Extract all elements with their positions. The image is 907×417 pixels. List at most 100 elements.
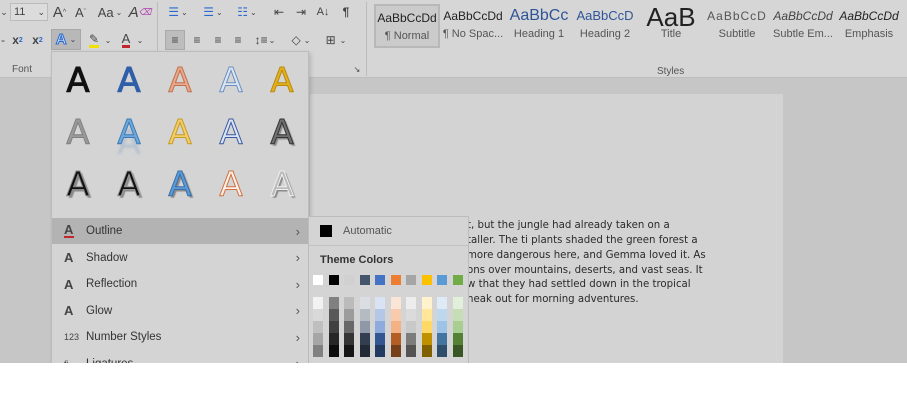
style-subtitle[interactable]: AaBbCcD Subtitle xyxy=(704,4,770,48)
text-effect-style-7[interactable]: A xyxy=(104,111,154,155)
theme-color-shade-swatch[interactable] xyxy=(390,345,401,357)
theme-color-shade-swatch[interactable] xyxy=(344,345,354,357)
menu-item-outline[interactable]: A Outline › xyxy=(52,218,308,244)
sort-button[interactable]: A↓ xyxy=(314,3,332,21)
text-effect-style-8[interactable]: A xyxy=(155,111,205,155)
theme-color-shade-swatch[interactable] xyxy=(421,345,432,357)
text-effect-style-13[interactable]: A xyxy=(155,163,205,207)
theme-color-shade-swatch[interactable] xyxy=(390,297,401,309)
text-effect-style-6[interactable]: A xyxy=(53,111,103,155)
text-effect-style-11[interactable]: A xyxy=(53,163,103,207)
theme-color-shade-swatch[interactable] xyxy=(406,297,416,309)
subscript-button[interactable]: x2 xyxy=(10,31,25,49)
text-effect-style-1[interactable]: A xyxy=(53,59,103,103)
theme-color-shade-swatch[interactable] xyxy=(437,321,447,333)
theme-color-shade-swatch[interactable] xyxy=(344,333,354,345)
font-color-button[interactable]: A xyxy=(118,31,134,49)
theme-color-shade-swatch[interactable] xyxy=(421,297,432,309)
text-effect-style-12[interactable]: A xyxy=(104,163,154,207)
automatic-color-option[interactable]: Automatic xyxy=(309,217,468,245)
theme-color-shade-swatch[interactable] xyxy=(359,321,370,333)
theme-color-swatch[interactable] xyxy=(344,275,354,285)
theme-color-shade-swatch[interactable] xyxy=(344,309,354,321)
style-heading-2[interactable]: AaBbCcD Heading 2 xyxy=(572,4,638,48)
theme-color-shade-swatch[interactable] xyxy=(344,297,354,309)
numbering-button[interactable]: ☰ ⌄ xyxy=(200,3,226,21)
theme-color-shade-swatch[interactable] xyxy=(328,321,339,333)
bullets-button[interactable]: ☰ ⌄ xyxy=(165,3,191,21)
theme-color-shade-swatch[interactable] xyxy=(437,345,447,357)
theme-color-shade-swatch[interactable] xyxy=(313,309,323,321)
multilevel-list-button[interactable]: ☷ ⌄ xyxy=(234,3,260,21)
theme-color-shade-swatch[interactable] xyxy=(359,297,370,309)
theme-color-shade-swatch[interactable] xyxy=(375,297,385,309)
text-effects-button[interactable]: A ⌄ xyxy=(51,29,81,50)
text-effect-style-14[interactable]: A xyxy=(206,163,256,207)
grow-font-button[interactable]: A ^ xyxy=(51,3,68,21)
theme-color-shade-swatch[interactable] xyxy=(313,333,323,345)
theme-color-shade-swatch[interactable] xyxy=(313,345,323,357)
align-right-button[interactable]: ≡ xyxy=(209,31,227,49)
menu-item-ligatures[interactable]: fiLigatures › xyxy=(52,351,308,363)
theme-color-shade-swatch[interactable] xyxy=(390,333,401,345)
theme-color-shade-swatch[interactable] xyxy=(328,297,339,309)
theme-color-shade-swatch[interactable] xyxy=(359,345,370,357)
font-size-box[interactable]: 11 ⌄ xyxy=(10,3,48,21)
theme-color-shade-swatch[interactable] xyxy=(406,333,416,345)
theme-color-shade-swatch[interactable] xyxy=(359,333,370,345)
shrink-font-button[interactable]: Aˇ xyxy=(72,3,89,21)
menu-item-reflection[interactable]: A Reflection › xyxy=(52,271,308,297)
style-title[interactable]: AaB Title xyxy=(638,4,704,48)
theme-color-shade-swatch[interactable] xyxy=(437,297,447,309)
theme-color-swatch[interactable] xyxy=(437,275,447,285)
text-effect-style-2[interactable]: A xyxy=(104,59,154,103)
theme-color-shade-swatch[interactable] xyxy=(328,309,339,321)
text-effect-style-10[interactable]: A xyxy=(257,111,307,155)
theme-color-shade-swatch[interactable] xyxy=(375,321,385,333)
theme-color-shade-swatch[interactable] xyxy=(406,345,416,357)
font-color-dropdown-arrow[interactable]: ⌄ xyxy=(136,31,144,49)
theme-color-shade-swatch[interactable] xyxy=(390,309,401,321)
text-effect-style-3[interactable]: A xyxy=(155,59,205,103)
menu-item-number-styles[interactable]: 123 Number Styles › xyxy=(52,324,308,350)
theme-color-shade-swatch[interactable] xyxy=(390,321,401,333)
theme-color-swatch[interactable] xyxy=(452,275,463,285)
style-emphasis[interactable]: AaBbCcDd Emphasis xyxy=(836,4,902,48)
theme-color-shade-swatch[interactable] xyxy=(328,333,339,345)
text-effect-style-9[interactable]: A xyxy=(206,111,256,155)
theme-color-swatch[interactable] xyxy=(390,275,401,285)
theme-color-shade-swatch[interactable] xyxy=(452,309,463,321)
theme-color-swatch[interactable] xyxy=(406,275,416,285)
style-no-spacing[interactable]: AaBbCcDd ¶ No Spac... xyxy=(440,4,506,48)
theme-color-shade-swatch[interactable] xyxy=(375,309,385,321)
highlight-color-button[interactable]: ✎ xyxy=(86,31,102,49)
menu-item-shadow[interactable]: A Shadow › xyxy=(52,245,308,271)
theme-color-shade-swatch[interactable] xyxy=(452,333,463,345)
highlight-dropdown-arrow[interactable]: ⌄ xyxy=(104,31,112,49)
theme-color-shade-swatch[interactable] xyxy=(452,297,463,309)
theme-color-swatch[interactable] xyxy=(328,275,339,285)
theme-color-swatch[interactable] xyxy=(313,275,323,285)
theme-color-shade-swatch[interactable] xyxy=(406,321,416,333)
justify-button[interactable]: ≡ xyxy=(229,31,247,49)
theme-color-swatch[interactable] xyxy=(359,275,370,285)
theme-color-shade-swatch[interactable] xyxy=(452,321,463,333)
paragraph-dialog-launcher-icon[interactable]: ↘ xyxy=(352,64,362,74)
theme-color-shade-swatch[interactable] xyxy=(421,309,432,321)
borders-button[interactable]: ⊞ ⌄ xyxy=(320,31,352,49)
text-effect-style-15[interactable]: A xyxy=(257,163,307,207)
theme-color-shade-swatch[interactable] xyxy=(328,345,339,357)
increase-indent-button[interactable]: ⇥ xyxy=(292,3,310,21)
font-name-dropdown-arrow[interactable]: ⌄ xyxy=(0,3,8,21)
show-formatting-button[interactable]: ¶ xyxy=(338,3,354,21)
strikethrough-button[interactable]: - xyxy=(0,31,6,49)
text-effect-style-5[interactable]: A xyxy=(257,59,307,103)
change-case-button[interactable]: Aa ⌄ xyxy=(96,3,124,21)
theme-color-shade-swatch[interactable] xyxy=(437,309,447,321)
style-heading-1[interactable]: AaBbCc Heading 1 xyxy=(506,4,572,48)
theme-color-shade-swatch[interactable] xyxy=(406,309,416,321)
decrease-indent-button[interactable]: ⇤ xyxy=(270,3,288,21)
theme-color-shade-swatch[interactable] xyxy=(421,333,432,345)
theme-color-shade-swatch[interactable] xyxy=(313,321,323,333)
superscript-button[interactable]: x2 xyxy=(30,31,45,49)
